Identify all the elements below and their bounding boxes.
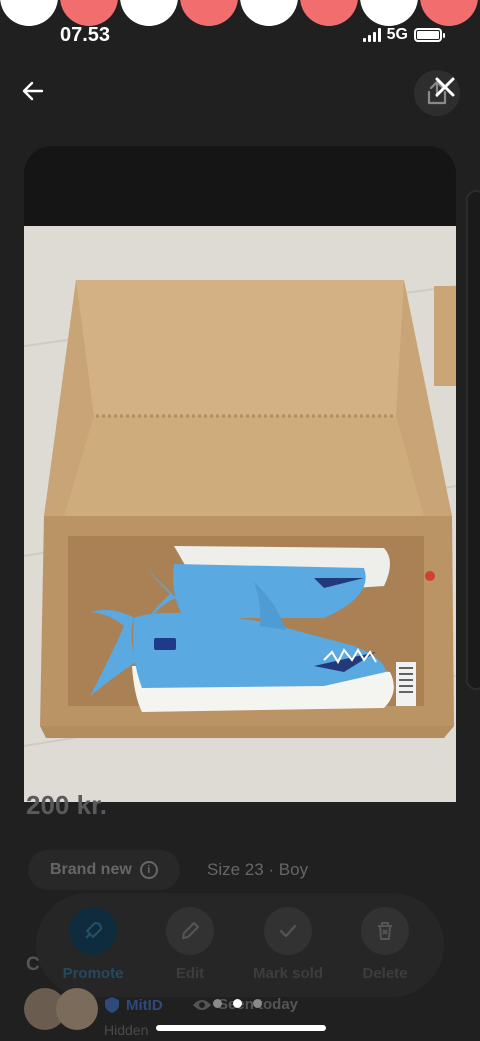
action-bar: Promote Edit Mark sold Delete — [36, 893, 444, 997]
hidden-label: Hidden — [104, 1022, 149, 1038]
shoe-box-image — [24, 226, 456, 802]
mark-sold-label: Mark sold — [252, 965, 324, 982]
check-icon — [279, 924, 297, 938]
pager-dot[interactable] — [233, 999, 242, 1008]
section-heading: C — [26, 954, 40, 975]
status-indicators: 5G — [362, 26, 445, 44]
delete-label: Delete — [362, 965, 408, 982]
close-icon — [435, 77, 455, 97]
promote-label: Promote — [62, 965, 124, 982]
network-type: 5G — [386, 26, 408, 43]
size-label: Size 23 · Boy — [207, 860, 309, 879]
listing-price: 200 kr. — [26, 790, 107, 820]
photo-pager — [213, 999, 262, 1008]
rocket-icon — [85, 922, 102, 939]
mark-sold-button[interactable]: Mark sold — [248, 907, 328, 987]
battery-icon — [414, 28, 445, 42]
status-time: 07.53 — [60, 24, 111, 46]
edit-button[interactable]: Edit — [150, 907, 230, 987]
signal-icon — [362, 28, 381, 42]
next-photo-peek[interactable] — [466, 190, 480, 690]
eye-icon — [193, 999, 211, 1010]
edit-label: Edit — [175, 965, 205, 982]
promote-button[interactable]: Promote — [53, 907, 133, 987]
listing-photo[interactable] — [24, 226, 456, 802]
pencil-icon — [182, 922, 199, 939]
back-button[interactable] — [18, 76, 48, 106]
pager-dot[interactable] — [213, 999, 222, 1008]
shield-icon — [105, 997, 119, 1013]
arrow-left-icon — [22, 81, 44, 101]
condition-label: Brand new — [50, 861, 132, 878]
verified-badge: MitID — [104, 996, 163, 1014]
gallery-card — [24, 146, 456, 226]
delete-button[interactable]: Delete — [345, 907, 425, 987]
pager-dot[interactable] — [253, 999, 262, 1008]
trash-icon — [378, 922, 392, 940]
info-icon: i — [139, 861, 158, 879]
status-bar: 07.53 5G — [0, 0, 480, 60]
condition-chip[interactable]: Brand new i — [28, 850, 180, 890]
avatar[interactable] — [56, 988, 98, 1030]
home-indicator[interactable] — [156, 1025, 326, 1031]
close-button[interactable] — [428, 70, 462, 104]
